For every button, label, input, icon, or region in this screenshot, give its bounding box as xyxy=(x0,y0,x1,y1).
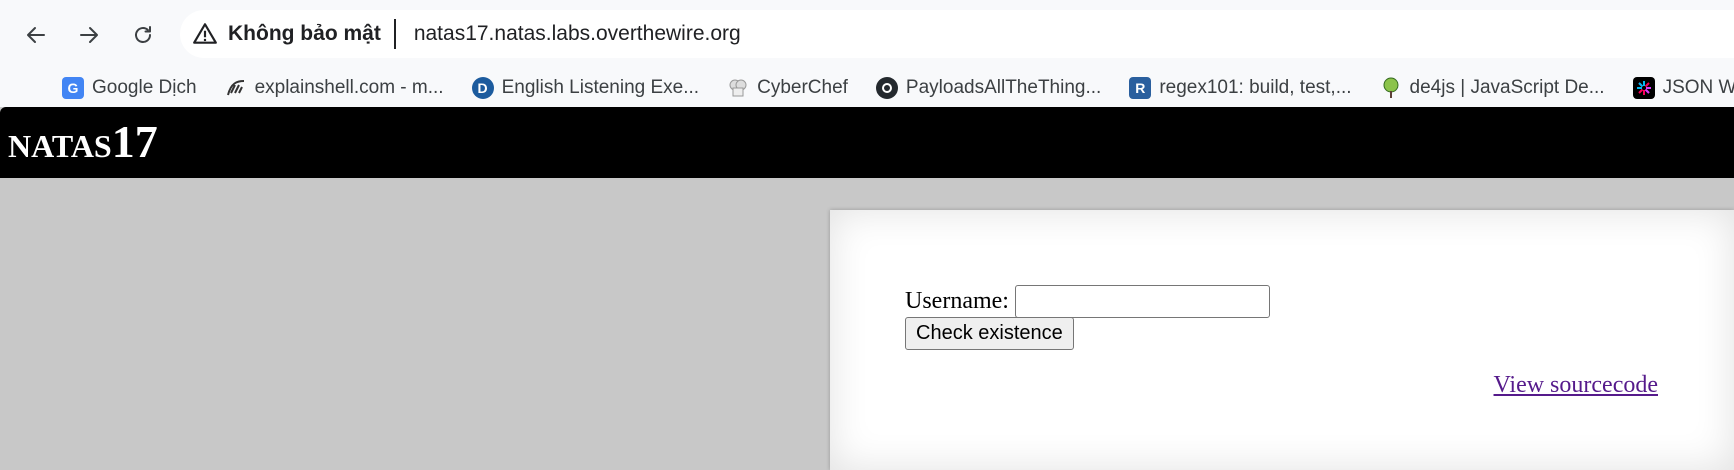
page-header: natas17 xyxy=(0,107,1734,178)
explainshell-icon xyxy=(225,77,247,99)
page-title: natas17 xyxy=(8,116,158,167)
bookmark-label: Google Dịch xyxy=(92,77,197,98)
bookmark-de4js[interactable]: de4js | JavaScript De... xyxy=(1380,77,1605,99)
check-existence-button[interactable]: Check existence xyxy=(905,317,1074,350)
letter-d-icon: D xyxy=(471,77,494,99)
view-sourcecode-link[interactable]: View sourcecode xyxy=(1494,372,1658,399)
jwt-icon xyxy=(1632,77,1655,99)
bookmark-english-listening[interactable]: D English Listening Exe... xyxy=(471,77,700,99)
back-button[interactable] xyxy=(16,15,56,55)
forward-button[interactable] xyxy=(69,15,109,55)
reload-icon xyxy=(135,26,151,43)
letter-r-icon: R xyxy=(1129,77,1152,99)
bookmark-cyberchef[interactable]: CyberChef xyxy=(727,77,848,99)
content-panel: Username: Check existence View sourcecod… xyxy=(830,210,1734,470)
bookmark-label: regex101: build, test,... xyxy=(1159,77,1352,98)
arrow-left-icon xyxy=(27,27,45,43)
url-text[interactable]: natas17.natas.labs.overthewire.org xyxy=(414,22,741,46)
warning-icon[interactable] xyxy=(192,21,218,47)
bookmarks-bar: G Google Dịch explainshell.com - m... D … xyxy=(0,69,1734,107)
username-row: Username: xyxy=(905,285,1270,318)
reload-button[interactable] xyxy=(123,15,163,55)
bookmark-google-dich[interactable]: G Google Dịch xyxy=(62,77,197,99)
bookmark-jwt[interactable]: JSON Web Tokens - j... xyxy=(1632,77,1734,99)
bookmark-explainshell[interactable]: explainshell.com - m... xyxy=(225,77,444,99)
bookmark-label: JSON Web Tokens - j... xyxy=(1662,77,1734,98)
arrow-right-icon xyxy=(80,27,98,43)
bookmark-label: de4js | JavaScript De... xyxy=(1409,77,1605,98)
bookmark-payloadsallthethings[interactable]: PayloadsAllTheThing... xyxy=(875,77,1102,99)
google-translate-icon: G xyxy=(62,77,84,99)
github-icon xyxy=(875,77,898,99)
bookmark-label: explainshell.com - m... xyxy=(254,77,444,98)
bookmark-label: English Listening Exe... xyxy=(501,77,700,98)
security-status-label[interactable]: Không bảo mật xyxy=(228,22,381,46)
address-bar[interactable]: Không bảo mật natas17.natas.labs.overthe… xyxy=(180,10,1734,58)
chef-hat-icon xyxy=(727,77,749,99)
de4js-icon xyxy=(1380,77,1402,99)
bookmark-label: CyberChef xyxy=(757,77,848,98)
browser-toolbar: Không bảo mật natas17.natas.labs.overthe… xyxy=(0,0,1734,69)
bookmark-regex101[interactable]: R regex101: build, test,... xyxy=(1129,77,1352,99)
username-label: Username: xyxy=(905,288,1009,314)
omnibox-divider xyxy=(393,19,396,49)
bookmark-label: PayloadsAllTheThing... xyxy=(905,77,1102,98)
username-input[interactable] xyxy=(1014,285,1270,318)
